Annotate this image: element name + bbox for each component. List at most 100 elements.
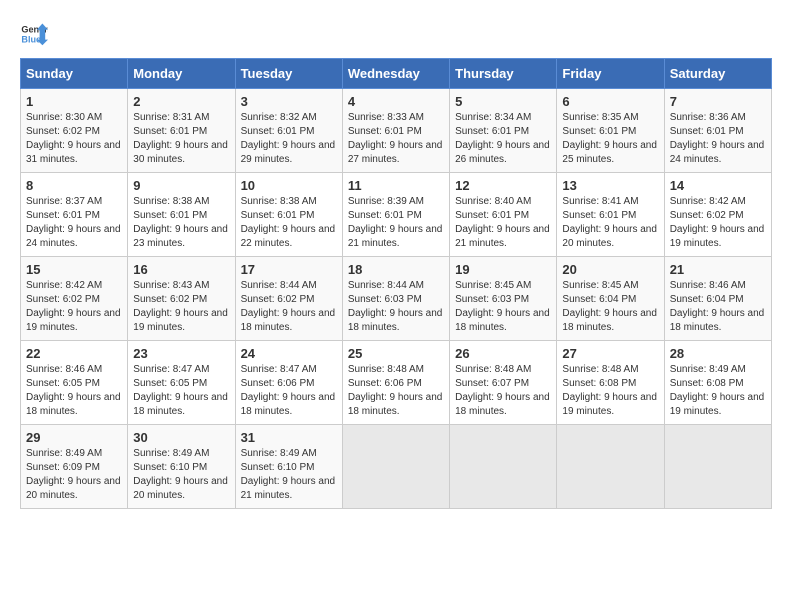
day-number: 9 <box>133 178 229 193</box>
day-cell: 2 Sunrise: 8:31 AM Sunset: 6:01 PM Dayli… <box>128 89 235 173</box>
day-cell: 3 Sunrise: 8:32 AM Sunset: 6:01 PM Dayli… <box>235 89 342 173</box>
day-number: 8 <box>26 178 122 193</box>
week-row-3: 15 Sunrise: 8:42 AM Sunset: 6:02 PM Dayl… <box>21 257 772 341</box>
day-cell: 7 Sunrise: 8:36 AM Sunset: 6:01 PM Dayli… <box>664 89 771 173</box>
day-number: 20 <box>562 262 658 277</box>
day-info: Sunrise: 8:44 AM Sunset: 6:02 PM Dayligh… <box>241 279 337 335</box>
day-cell: 27 Sunrise: 8:48 AM Sunset: 6:08 PM Dayl… <box>557 341 664 425</box>
logo: General Blue <box>20 20 48 48</box>
day-number: 4 <box>348 94 444 109</box>
day-info: Sunrise: 8:44 AM Sunset: 6:03 PM Dayligh… <box>348 279 444 335</box>
day-cell: 15 Sunrise: 8:42 AM Sunset: 6:02 PM Dayl… <box>21 257 128 341</box>
day-cell: 5 Sunrise: 8:34 AM Sunset: 6:01 PM Dayli… <box>450 89 557 173</box>
day-info: Sunrise: 8:38 AM Sunset: 6:01 PM Dayligh… <box>241 195 337 251</box>
day-cell: 18 Sunrise: 8:44 AM Sunset: 6:03 PM Dayl… <box>342 257 449 341</box>
day-cell: 29 Sunrise: 8:49 AM Sunset: 6:09 PM Dayl… <box>21 425 128 509</box>
day-info: Sunrise: 8:34 AM Sunset: 6:01 PM Dayligh… <box>455 111 551 167</box>
day-cell: 16 Sunrise: 8:43 AM Sunset: 6:02 PM Dayl… <box>128 257 235 341</box>
day-cell <box>557 425 664 509</box>
day-cell: 31 Sunrise: 8:49 AM Sunset: 6:10 PM Dayl… <box>235 425 342 509</box>
calendar: SundayMondayTuesdayWednesdayThursdayFrid… <box>20 58 772 509</box>
day-info: Sunrise: 8:47 AM Sunset: 6:06 PM Dayligh… <box>241 363 337 419</box>
day-info: Sunrise: 8:36 AM Sunset: 6:01 PM Dayligh… <box>670 111 766 167</box>
day-number: 21 <box>670 262 766 277</box>
day-info: Sunrise: 8:48 AM Sunset: 6:08 PM Dayligh… <box>562 363 658 419</box>
day-number: 17 <box>241 262 337 277</box>
day-number: 5 <box>455 94 551 109</box>
day-cell: 8 Sunrise: 8:37 AM Sunset: 6:01 PM Dayli… <box>21 173 128 257</box>
day-info: Sunrise: 8:30 AM Sunset: 6:02 PM Dayligh… <box>26 111 122 167</box>
day-cell: 19 Sunrise: 8:45 AM Sunset: 6:03 PM Dayl… <box>450 257 557 341</box>
day-cell: 23 Sunrise: 8:47 AM Sunset: 6:05 PM Dayl… <box>128 341 235 425</box>
day-cell: 10 Sunrise: 8:38 AM Sunset: 6:01 PM Dayl… <box>235 173 342 257</box>
day-cell: 4 Sunrise: 8:33 AM Sunset: 6:01 PM Dayli… <box>342 89 449 173</box>
day-number: 7 <box>670 94 766 109</box>
day-info: Sunrise: 8:35 AM Sunset: 6:01 PM Dayligh… <box>562 111 658 167</box>
day-info: Sunrise: 8:45 AM Sunset: 6:04 PM Dayligh… <box>562 279 658 335</box>
day-cell <box>664 425 771 509</box>
day-cell: 26 Sunrise: 8:48 AM Sunset: 6:07 PM Dayl… <box>450 341 557 425</box>
day-number: 14 <box>670 178 766 193</box>
day-number: 30 <box>133 430 229 445</box>
day-number: 3 <box>241 94 337 109</box>
day-info: Sunrise: 8:33 AM Sunset: 6:01 PM Dayligh… <box>348 111 444 167</box>
day-info: Sunrise: 8:37 AM Sunset: 6:01 PM Dayligh… <box>26 195 122 251</box>
day-info: Sunrise: 8:49 AM Sunset: 6:09 PM Dayligh… <box>26 447 122 503</box>
day-info: Sunrise: 8:48 AM Sunset: 6:07 PM Dayligh… <box>455 363 551 419</box>
day-header-monday: Monday <box>128 59 235 89</box>
header: General Blue <box>20 20 772 48</box>
day-cell: 12 Sunrise: 8:40 AM Sunset: 6:01 PM Dayl… <box>450 173 557 257</box>
day-info: Sunrise: 8:38 AM Sunset: 6:01 PM Dayligh… <box>133 195 229 251</box>
day-number: 12 <box>455 178 551 193</box>
day-cell: 9 Sunrise: 8:38 AM Sunset: 6:01 PM Dayli… <box>128 173 235 257</box>
day-info: Sunrise: 8:31 AM Sunset: 6:01 PM Dayligh… <box>133 111 229 167</box>
day-number: 15 <box>26 262 122 277</box>
day-cell: 28 Sunrise: 8:49 AM Sunset: 6:08 PM Dayl… <box>664 341 771 425</box>
day-info: Sunrise: 8:42 AM Sunset: 6:02 PM Dayligh… <box>26 279 122 335</box>
day-number: 27 <box>562 346 658 361</box>
day-cell: 21 Sunrise: 8:46 AM Sunset: 6:04 PM Dayl… <box>664 257 771 341</box>
week-row-1: 1 Sunrise: 8:30 AM Sunset: 6:02 PM Dayli… <box>21 89 772 173</box>
day-info: Sunrise: 8:45 AM Sunset: 6:03 PM Dayligh… <box>455 279 551 335</box>
day-number: 1 <box>26 94 122 109</box>
day-cell: 13 Sunrise: 8:41 AM Sunset: 6:01 PM Dayl… <box>557 173 664 257</box>
day-header-tuesday: Tuesday <box>235 59 342 89</box>
day-header-wednesday: Wednesday <box>342 59 449 89</box>
day-cell: 17 Sunrise: 8:44 AM Sunset: 6:02 PM Dayl… <box>235 257 342 341</box>
day-number: 2 <box>133 94 229 109</box>
day-header-thursday: Thursday <box>450 59 557 89</box>
day-cell: 6 Sunrise: 8:35 AM Sunset: 6:01 PM Dayli… <box>557 89 664 173</box>
day-number: 31 <box>241 430 337 445</box>
day-number: 16 <box>133 262 229 277</box>
day-cell: 30 Sunrise: 8:49 AM Sunset: 6:10 PM Dayl… <box>128 425 235 509</box>
day-info: Sunrise: 8:48 AM Sunset: 6:06 PM Dayligh… <box>348 363 444 419</box>
day-number: 28 <box>670 346 766 361</box>
day-number: 19 <box>455 262 551 277</box>
day-number: 11 <box>348 178 444 193</box>
day-number: 25 <box>348 346 444 361</box>
day-info: Sunrise: 8:46 AM Sunset: 6:05 PM Dayligh… <box>26 363 122 419</box>
day-number: 18 <box>348 262 444 277</box>
day-cell: 24 Sunrise: 8:47 AM Sunset: 6:06 PM Dayl… <box>235 341 342 425</box>
week-row-5: 29 Sunrise: 8:49 AM Sunset: 6:09 PM Dayl… <box>21 425 772 509</box>
day-info: Sunrise: 8:40 AM Sunset: 6:01 PM Dayligh… <box>455 195 551 251</box>
days-header-row: SundayMondayTuesdayWednesdayThursdayFrid… <box>21 59 772 89</box>
day-info: Sunrise: 8:41 AM Sunset: 6:01 PM Dayligh… <box>562 195 658 251</box>
day-number: 22 <box>26 346 122 361</box>
day-header-sunday: Sunday <box>21 59 128 89</box>
day-number: 6 <box>562 94 658 109</box>
day-info: Sunrise: 8:49 AM Sunset: 6:08 PM Dayligh… <box>670 363 766 419</box>
day-number: 29 <box>26 430 122 445</box>
day-cell: 20 Sunrise: 8:45 AM Sunset: 6:04 PM Dayl… <box>557 257 664 341</box>
day-cell <box>342 425 449 509</box>
svg-text:Blue: Blue <box>21 34 41 44</box>
day-info: Sunrise: 8:49 AM Sunset: 6:10 PM Dayligh… <box>241 447 337 503</box>
day-number: 10 <box>241 178 337 193</box>
day-cell: 14 Sunrise: 8:42 AM Sunset: 6:02 PM Dayl… <box>664 173 771 257</box>
day-number: 24 <box>241 346 337 361</box>
day-cell <box>450 425 557 509</box>
day-cell: 11 Sunrise: 8:39 AM Sunset: 6:01 PM Dayl… <box>342 173 449 257</box>
day-info: Sunrise: 8:47 AM Sunset: 6:05 PM Dayligh… <box>133 363 229 419</box>
day-number: 23 <box>133 346 229 361</box>
day-info: Sunrise: 8:42 AM Sunset: 6:02 PM Dayligh… <box>670 195 766 251</box>
